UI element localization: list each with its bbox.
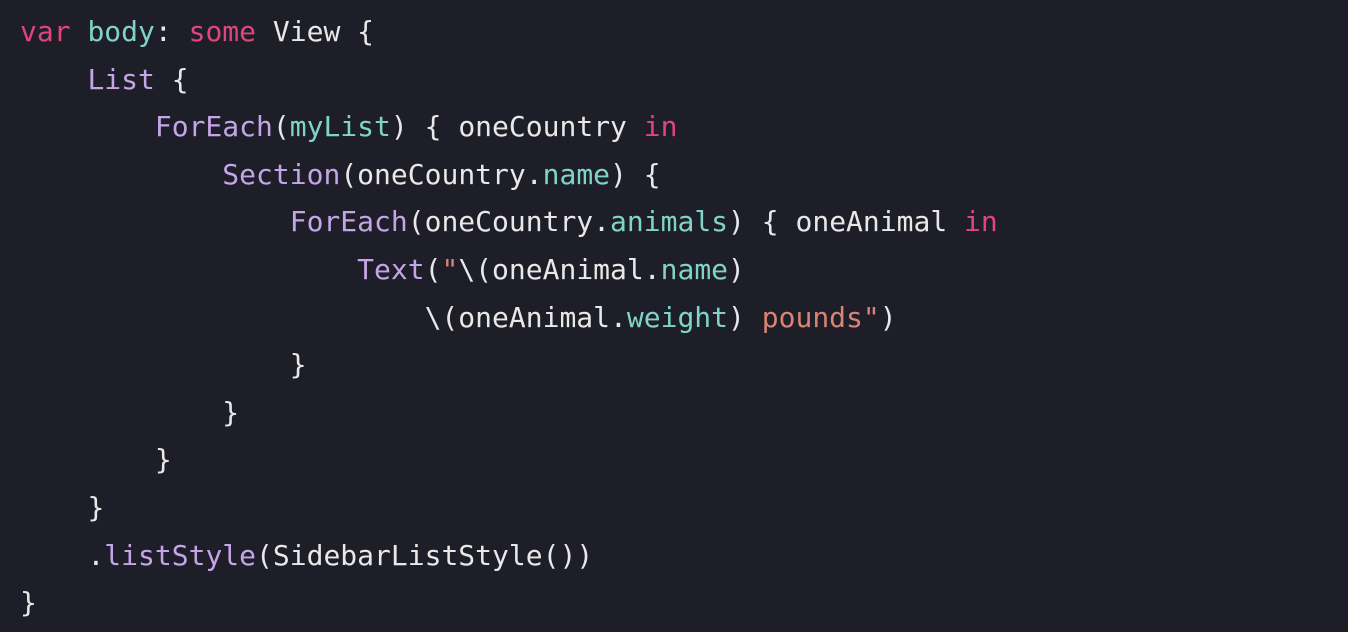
type-list: List: [87, 63, 154, 96]
code-line-11: }: [20, 484, 1328, 532]
code-line-12: .listStyle(SidebarListStyle()): [20, 532, 1328, 580]
property-weight: weight: [627, 301, 728, 334]
code-line-5: ForEach(oneCountry.animals) { oneAnimal …: [20, 198, 1328, 246]
code-line-13: }: [20, 579, 1328, 627]
method-liststyle: listStyle: [104, 539, 256, 572]
identifier-onecountry: oneCountry: [458, 110, 627, 143]
code-editor: var body: some View { List { ForEach(myL…: [20, 8, 1328, 627]
property-name: name: [543, 158, 610, 191]
type-foreach: ForEach: [290, 205, 408, 238]
code-line-9: }: [20, 389, 1328, 437]
type-section: Section: [222, 158, 340, 191]
property-animals: animals: [610, 205, 728, 238]
property-body: body: [87, 15, 154, 48]
string-literal: pounds": [745, 301, 880, 334]
code-line-4: Section(oneCountry.name) {: [20, 151, 1328, 199]
type-sidebarliststyle: SidebarListStyle: [273, 539, 543, 572]
code-line-2: List {: [20, 56, 1328, 104]
keyword-in: in: [947, 205, 998, 238]
keyword-in: in: [627, 110, 678, 143]
string-literal: ": [441, 253, 458, 286]
code-line-1: var body: some View {: [20, 8, 1328, 56]
keyword-var: var: [20, 15, 71, 48]
code-line-8: }: [20, 341, 1328, 389]
code-line-7: \(oneAnimal.weight) pounds"): [20, 294, 1328, 342]
type-view: View: [273, 15, 340, 48]
param-mylist: myList: [290, 110, 391, 143]
property-name: name: [661, 253, 728, 286]
identifier-oneanimal: oneAnimal: [795, 205, 947, 238]
code-line-10: }: [20, 436, 1328, 484]
code-line-3: ForEach(myList) { oneCountry in: [20, 103, 1328, 151]
code-line-6: Text("\(oneAnimal.name): [20, 246, 1328, 294]
type-text: Text: [357, 253, 424, 286]
keyword-some: some: [189, 15, 256, 48]
type-foreach: ForEach: [155, 110, 273, 143]
